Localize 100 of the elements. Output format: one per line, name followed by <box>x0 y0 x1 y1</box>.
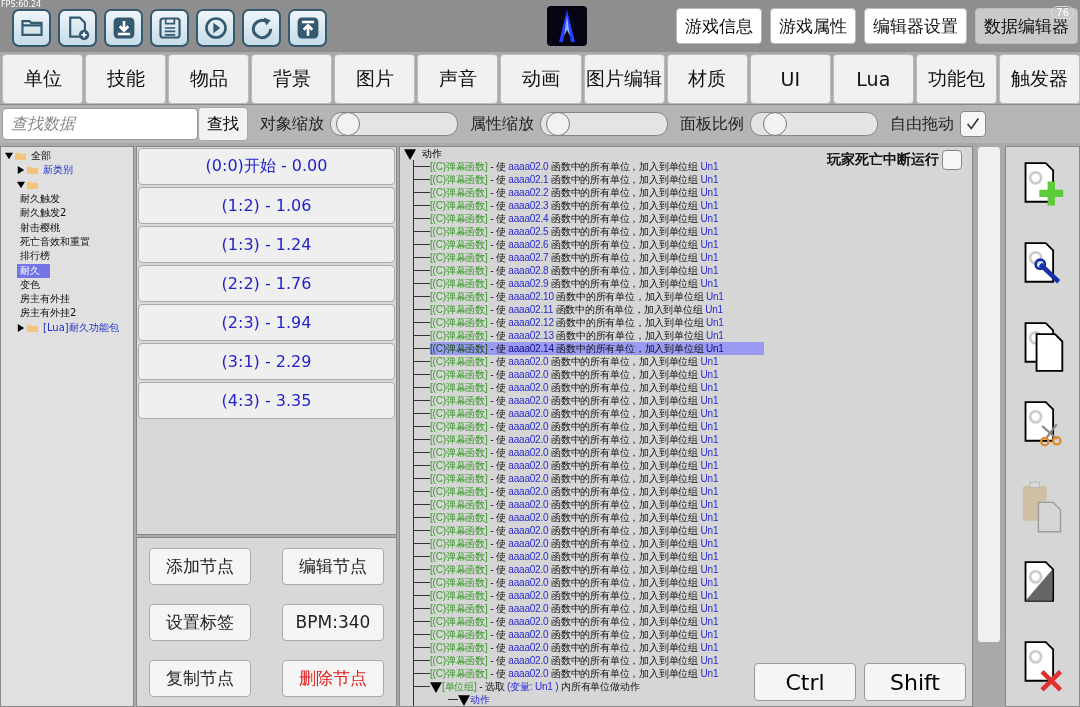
action-row[interactable]: [(C)弹幕函数] - 使 aaaa02.7 函数中的所有单位，加入到单位组 Un1 <box>430 251 719 264</box>
tree-item[interactable]: 排行榜 <box>17 249 53 264</box>
node-action-button[interactable]: 设置标签 <box>149 603 251 641</box>
action-row[interactable]: [(C)弹幕函数] - 使 aaaa02.0 函数中的所有单位，加入到单位组 Un1 <box>430 394 719 407</box>
tree-item[interactable]: 耐久触发2 <box>17 206 70 221</box>
action-row[interactable]: [(C)弹幕函数] - 使 aaaa02.0 函数中的所有单位，加入到单位组 Un1 <box>430 589 719 602</box>
tree-item[interactable]: 变色 <box>17 277 43 292</box>
tree-item[interactable]: 死亡音效和重置 <box>17 234 93 249</box>
node-action-button[interactable]: 删除节点 <box>282 659 384 697</box>
action-row[interactable]: [(C)弹幕函数] - 使 aaaa02.9 函数中的所有单位，加入到单位组 Un1 <box>430 277 719 290</box>
slider[interactable] <box>330 112 458 136</box>
action-row[interactable]: [(C)弹幕函数] - 使 aaaa02.2 函数中的所有单位，加入到单位组 Un1 <box>430 186 719 199</box>
tree-item[interactable]: [Lua]耐久功能包 <box>40 320 122 335</box>
node-action-button[interactable]: 复制节点 <box>149 659 251 697</box>
action-row[interactable]: [(C)弹幕函数] - 使 aaaa02.12 函数中的所有单位，加入到单位组 Un1 <box>430 316 724 329</box>
action-row[interactable]: [(C)弹幕函数] - 使 aaaa02.13 函数中的所有单位，加入到单位组 Un1 <box>430 329 724 342</box>
action-row[interactable]: [单位组] - 选取 (变量: Un1 ) 内所有单位做动作 <box>442 680 640 693</box>
tab[interactable]: 图片编辑 <box>583 54 665 104</box>
tree-item[interactable]: 新类别 <box>40 163 76 178</box>
action-row[interactable]: [(C)弹幕函数] - 使 aaaa02.5 函数中的所有单位，加入到单位组 Un1 <box>430 225 719 238</box>
collapsed-triangle-icon[interactable] <box>17 323 25 332</box>
checkbox[interactable] <box>942 150 962 170</box>
scrollbar[interactable] <box>977 146 1001 643</box>
action-row[interactable]: [(C)弹幕函数] - 使 aaaa02.0 函数中的所有单位，加入到单位组 Un1 <box>430 628 719 641</box>
tree-item[interactable]: 全部 <box>28 149 54 164</box>
action-row[interactable]: [(C)弹幕函数] - 使 aaaa02.10 函数中的所有单位，加入到单位组 Un1 <box>430 290 724 303</box>
tab[interactable]: Lua <box>832 54 914 104</box>
node-item[interactable]: (1:2) - 1.06 <box>138 187 395 224</box>
action-row[interactable]: [(C)弹幕函数] - 使 aaaa02.3 函数中的所有单位，加入到单位组 Un1 <box>430 199 719 212</box>
action-row[interactable]: [(C)弹幕函数] - 使 aaaa02.0 函数中的所有单位，加入到单位组 Un1 <box>430 511 719 524</box>
action-row[interactable]: [(C)弹幕函数] - 使 aaaa02.0 函数中的所有单位，加入到单位组 Un1 <box>430 420 719 433</box>
tab[interactable]: 单位 <box>2 54 84 104</box>
new-file-button[interactable] <box>58 9 97 47</box>
expanded-triangle-icon[interactable] <box>458 693 470 706</box>
slider-thumb[interactable] <box>546 112 571 136</box>
expanded-triangle-icon[interactable] <box>430 680 442 693</box>
tab[interactable]: 触发器 <box>998 54 1080 104</box>
node-item[interactable]: (2:2) - 1.76 <box>138 265 395 302</box>
download-button[interactable] <box>104 9 143 47</box>
action-row[interactable]: [(C)弹幕函数] - 使 aaaa02.0 函数中的所有单位，加入到单位组 Un1 <box>430 433 719 446</box>
tab[interactable]: 背景 <box>251 54 333 104</box>
action-row[interactable]: [(C)弹幕函数] - 使 aaaa02.0 函数中的所有单位，加入到单位组 Un1 <box>430 641 719 654</box>
action-row[interactable]: [(C)弹幕函数] - 使 aaaa02.0 函数中的所有单位，加入到单位组 Un1 <box>430 498 719 511</box>
tree-item[interactable]: 耐久 <box>17 263 50 278</box>
action-row[interactable]: [(C)弹幕函数] - 使 aaaa02.0 函数中的所有单位，加入到单位组 Un1 <box>430 368 719 381</box>
tree-item[interactable]: 射击樱桃 <box>17 220 63 235</box>
tree-item[interactable]: 房主有外挂2 <box>17 306 80 321</box>
node-item[interactable]: (1:3) - 1.24 <box>138 226 395 263</box>
tree-item[interactable]: 房主有外挂 <box>17 292 73 307</box>
key-button[interactable]: Ctrl <box>754 663 856 701</box>
node-item[interactable]: (4:3) - 3.35 <box>138 382 395 419</box>
action-row[interactable]: [(C)弹幕函数] - 使 aaaa02.0 函数中的所有单位，加入到单位组 Un1 <box>430 667 719 680</box>
action-row[interactable]: [(C)弹幕函数] - 使 aaaa02.4 函数中的所有单位，加入到单位组 Un1 <box>430 212 719 225</box>
play-button[interactable] <box>196 9 235 47</box>
node-item[interactable]: (0:0)开始 - 0.00 <box>138 148 395 185</box>
action-row[interactable]: [(C)弹幕函数] - 使 aaaa02.0 函数中的所有单位，加入到单位组 Un1 <box>430 355 719 368</box>
slider-thumb[interactable] <box>763 112 788 136</box>
action-row[interactable]: [(C)弹幕函数] - 使 aaaa02.1 函数中的所有单位，加入到单位组 Un1 <box>430 173 719 186</box>
search-field[interactable]: 查找数据 <box>2 108 198 140</box>
action-row[interactable]: [(C)弹幕函数] - 使 aaaa02.0 函数中的所有单位，加入到单位组 Un1 <box>430 537 719 550</box>
tab[interactable]: 声音 <box>417 54 499 104</box>
open-folder-button[interactable] <box>12 9 51 47</box>
tree-item[interactable]: 动作 <box>470 693 490 706</box>
action-row[interactable]: [(C)弹幕函数] - 使 aaaa02.0 函数中的所有单位，加入到单位组 Un1 <box>430 160 719 173</box>
action-row[interactable]: [(C)弹幕函数] - 使 aaaa02.0 函数中的所有单位，加入到单位组 Un1 <box>430 524 719 537</box>
action-row[interactable]: [(C)弹幕函数] - 使 aaaa02.0 函数中的所有单位，加入到单位组 Un1 <box>430 459 719 472</box>
nav-button[interactable]: 编辑器设置 <box>864 8 967 44</box>
refresh-button[interactable] <box>242 9 281 47</box>
tree-item[interactable]: 耐久触发 <box>17 192 63 207</box>
action-row[interactable]: [(C)弹幕函数] - 使 aaaa02.0 函数中的所有单位，加入到单位组 Un1 <box>430 381 719 394</box>
node-item[interactable]: (2:3) - 1.94 <box>138 304 395 341</box>
tree-item[interactable]: 动作 <box>422 147 442 161</box>
node-item[interactable]: (3:1) - 2.29 <box>138 343 395 380</box>
action-row[interactable]: [(C)弹幕函数] - 使 aaaa02.0 函数中的所有单位，加入到单位组 Un1 <box>430 485 719 498</box>
node-action-button[interactable]: BPM:340 <box>282 603 384 641</box>
action-row[interactable]: [(C)弹幕函数] - 使 aaaa02.6 函数中的所有单位，加入到单位组 Un1 <box>430 238 719 251</box>
slider[interactable] <box>750 112 878 136</box>
expanded-triangle-icon[interactable] <box>5 152 13 161</box>
search-button[interactable]: 查找 <box>198 107 248 141</box>
slider-thumb[interactable] <box>336 112 361 136</box>
action-row[interactable]: [(C)弹幕函数] - 使 aaaa02.11 函数中的所有单位，加入到单位组 Un1 <box>430 303 723 316</box>
tab[interactable]: 技能 <box>85 54 167 104</box>
action-row[interactable]: [(C)弹幕函数] - 使 aaaa02.8 函数中的所有单位，加入到单位组 Un1 <box>430 264 719 277</box>
action-row[interactable]: [(C)弹幕函数] - 使 aaaa02.0 函数中的所有单位，加入到单位组 Un1 <box>430 563 719 576</box>
action-row[interactable]: [(C)弹幕函数] - 使 aaaa02.0 函数中的所有单位，加入到单位组 Un1 <box>430 576 719 589</box>
expanded-triangle-icon[interactable] <box>17 180 25 189</box>
action-row[interactable]: [(C)弹幕函数] - 使 aaaa02.0 函数中的所有单位，加入到单位组 Un1 <box>430 472 719 485</box>
action-row[interactable]: [(C)弹幕函数] - 使 aaaa02.0 函数中的所有单位，加入到单位组 Un1 <box>430 407 719 420</box>
checkbox[interactable] <box>960 111 986 137</box>
node-action-button[interactable]: 编辑节点 <box>282 547 384 585</box>
expanded-triangle-icon[interactable] <box>404 148 416 160</box>
key-button[interactable]: Shift <box>864 663 966 701</box>
action-row[interactable]: [(C)弹幕函数] - 使 aaaa02.0 函数中的所有单位，加入到单位组 Un1 <box>430 602 719 615</box>
tab[interactable]: 图片 <box>334 54 416 104</box>
tab[interactable]: 功能包 <box>915 54 997 104</box>
node-action-button[interactable]: 添加节点 <box>149 547 251 585</box>
save-button[interactable] <box>150 9 189 47</box>
action-row[interactable]: [(C)弹幕函数] - 使 aaaa02.0 函数中的所有单位，加入到单位组 Un1 <box>430 446 719 459</box>
action-row[interactable]: [(C)弹幕函数] - 使 aaaa02.0 函数中的所有单位，加入到单位组 Un1 <box>430 550 719 563</box>
nav-button[interactable]: 游戏属性 <box>770 8 856 44</box>
